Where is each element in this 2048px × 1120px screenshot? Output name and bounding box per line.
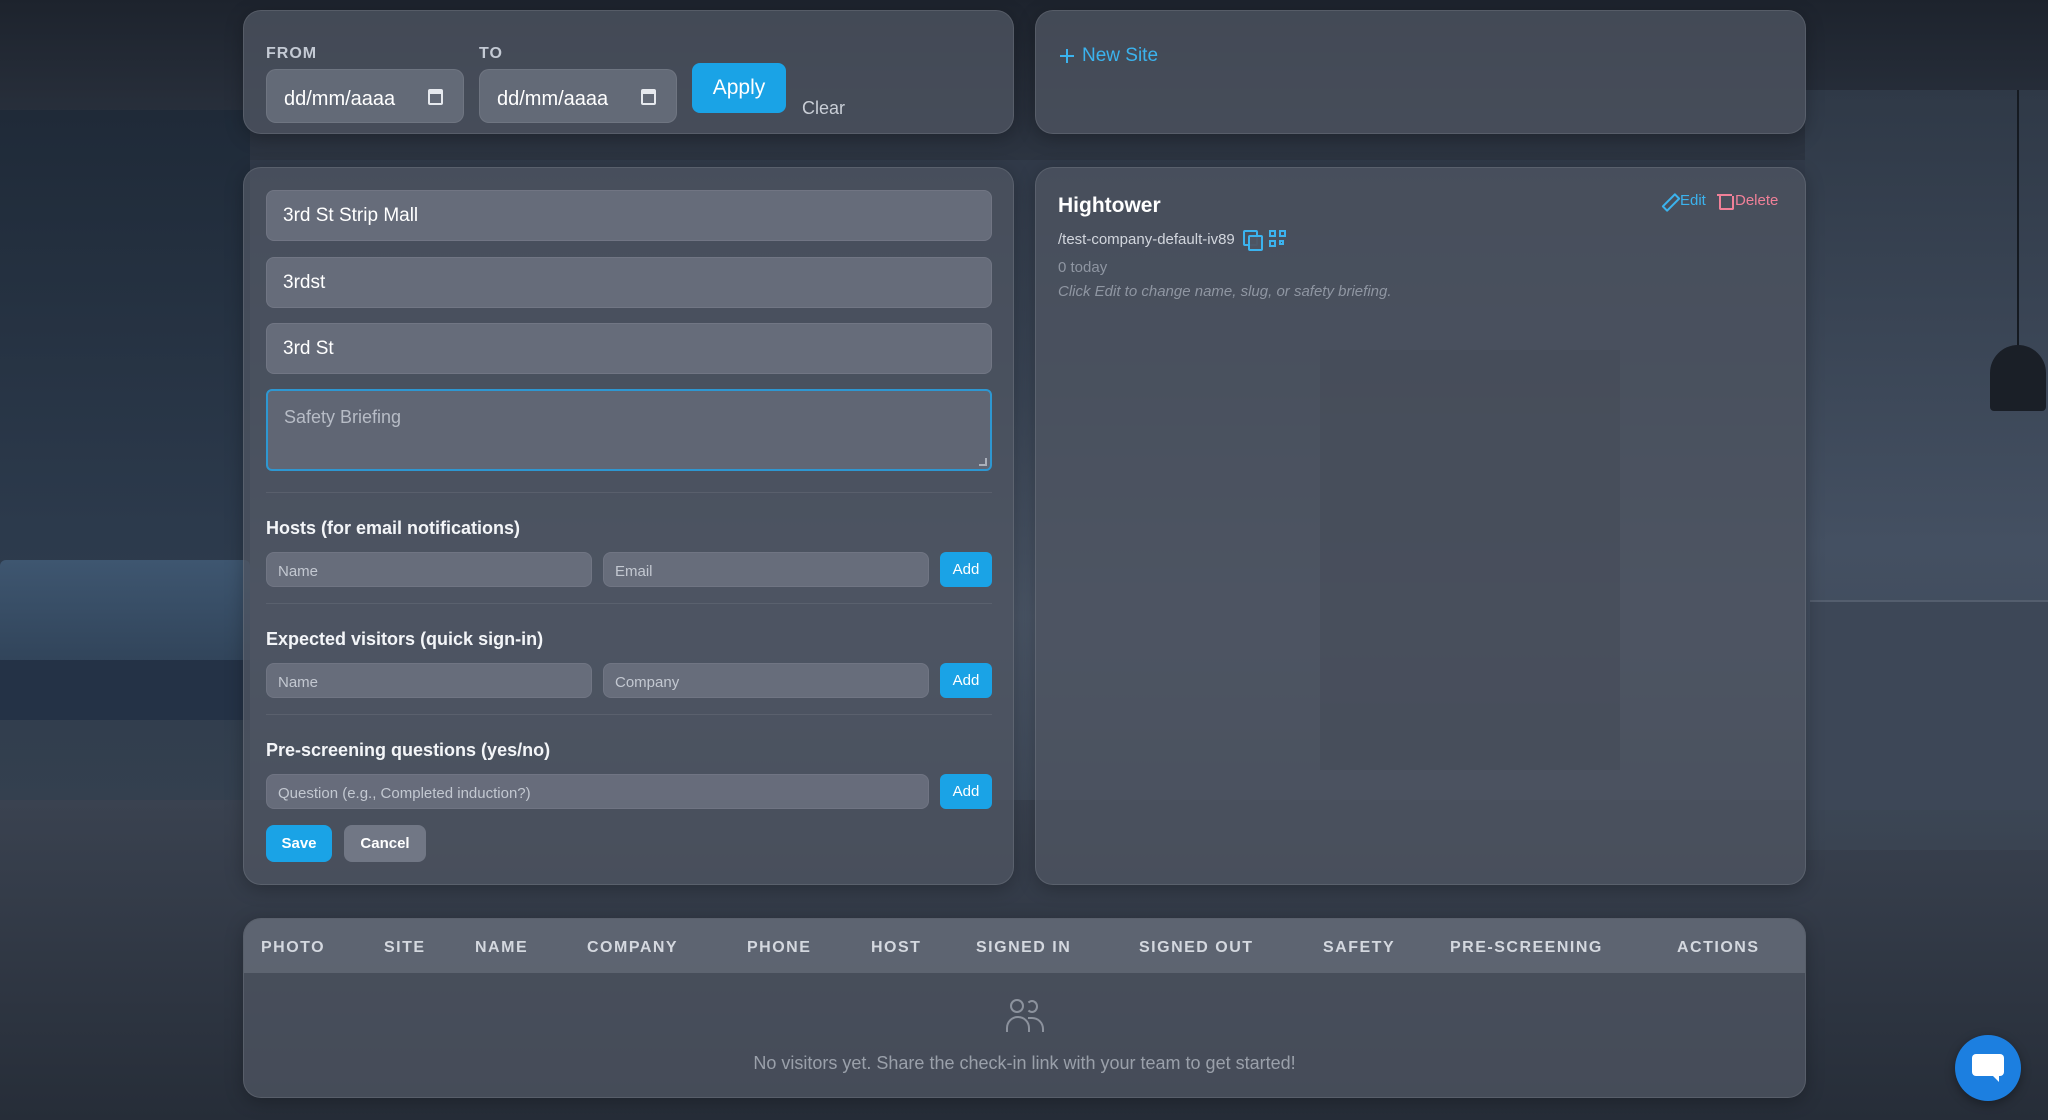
prescreening-question-input[interactable]: Question (e.g., Completed induction?) [266,774,929,809]
host-name-input[interactable]: Name [266,552,592,587]
chat-button[interactable] [1955,1035,2021,1101]
site-hint: Click Edit to change name, slug, or safe… [1058,283,1392,300]
site-short-name-input[interactable]: 3rd St [266,323,992,374]
clear-button[interactable]: Clear [802,98,845,119]
plus-icon [1060,49,1074,63]
prescreening-title: Pre-screening questions (yes/no) [266,740,551,760]
divider [266,714,992,715]
hosts-title: Hosts (for email notifications) [266,518,521,538]
site-visitor-count: 0 today [1058,259,1108,276]
divider [266,492,992,493]
to-date-value: dd/mm/aaaa [497,88,609,110]
resize-handle-icon[interactable] [979,458,987,466]
safety-briefing-textarea[interactable]: Safety Briefing [266,389,992,471]
delete-site-button[interactable]: Delete [1717,192,1779,210]
edit-label: Edit [1680,192,1706,209]
new-site-label: New Site [1082,45,1159,66]
column-header-signed-in[interactable]: SIGNED IN [976,939,1071,957]
trash-icon [1717,193,1734,210]
column-header-company[interactable]: COMPANY [587,939,678,957]
edit-site-button[interactable]: Edit [1662,192,1706,209]
save-button[interactable]: Save [266,825,332,862]
from-label: FROM [266,45,318,62]
from-date-value: dd/mm/aaaa [284,88,396,110]
date-filter-panel: FROM TO dd/mm/aaaa dd/mm/aaaa Apply Clea… [243,10,1014,134]
chat-icon [1972,1054,2004,1076]
site-name: Hightower [1058,194,1161,217]
new-site-button[interactable]: New Site [1060,45,1158,67]
to-date-input[interactable]: dd/mm/aaaa [479,69,677,123]
column-header-phone[interactable]: PHONE [747,939,811,957]
safety-briefing-placeholder: Safety Briefing [284,407,402,427]
column-header-safety[interactable]: SAFETY [1323,939,1395,957]
pencil-icon [1662,194,1676,208]
site-slug: /test-company-default-iv89 [1058,230,1235,248]
delete-label: Delete [1735,192,1779,209]
expected-company-input[interactable]: Company [603,663,929,698]
column-header-pre-screening[interactable]: PRE-SCREENING [1450,939,1603,957]
site-name-input[interactable]: 3rd St Strip Mall [266,190,992,241]
table-header: PHOTO SITE NAME COMPANY PHONE HOST SIGNE… [244,919,1805,973]
qr-code-icon[interactable] [1268,230,1287,248]
edit-site-form: 3rd St Strip Mall 3rdst 3rd St Safety Br… [243,167,1014,885]
divider [266,603,992,604]
calendar-icon[interactable] [641,89,656,105]
site-slug-input[interactable]: 3rdst [266,257,992,308]
host-email-input[interactable]: Email [603,552,929,587]
new-site-panel: New Site [1035,10,1806,134]
column-header-actions[interactable]: ACTIONS [1677,939,1760,957]
column-header-photo[interactable]: PHOTO [261,939,325,957]
empty-state-message: No visitors yet. Share the check-in link… [753,1053,1296,1073]
calendar-icon[interactable] [428,89,443,105]
expected-name-input[interactable]: Name [266,663,592,698]
column-header-signed-out[interactable]: SIGNED OUT [1139,939,1254,957]
copy-icon[interactable] [1242,230,1263,251]
column-header-site[interactable]: SITE [384,939,426,957]
from-date-input[interactable]: dd/mm/aaaa [266,69,464,123]
add-expected-visitor-button[interactable]: Add [940,663,992,698]
site-slug-row: /test-company-default-iv89 [1058,230,1287,251]
users-icon [1006,997,1046,1037]
column-header-host[interactable]: HOST [871,939,921,957]
add-host-button[interactable]: Add [940,552,992,587]
site-card: Hightower /test-company-default-iv89 0 t… [1035,167,1806,885]
visitors-table: PHOTO SITE NAME COMPANY PHONE HOST SIGNE… [243,918,1806,1098]
to-label: TO [479,45,503,62]
cancel-button[interactable]: Cancel [344,825,426,862]
apply-button[interactable]: Apply [692,63,786,113]
expected-visitors-title: Expected visitors (quick sign-in) [266,629,544,649]
add-question-button[interactable]: Add [940,774,992,809]
column-header-name[interactable]: NAME [475,939,528,957]
